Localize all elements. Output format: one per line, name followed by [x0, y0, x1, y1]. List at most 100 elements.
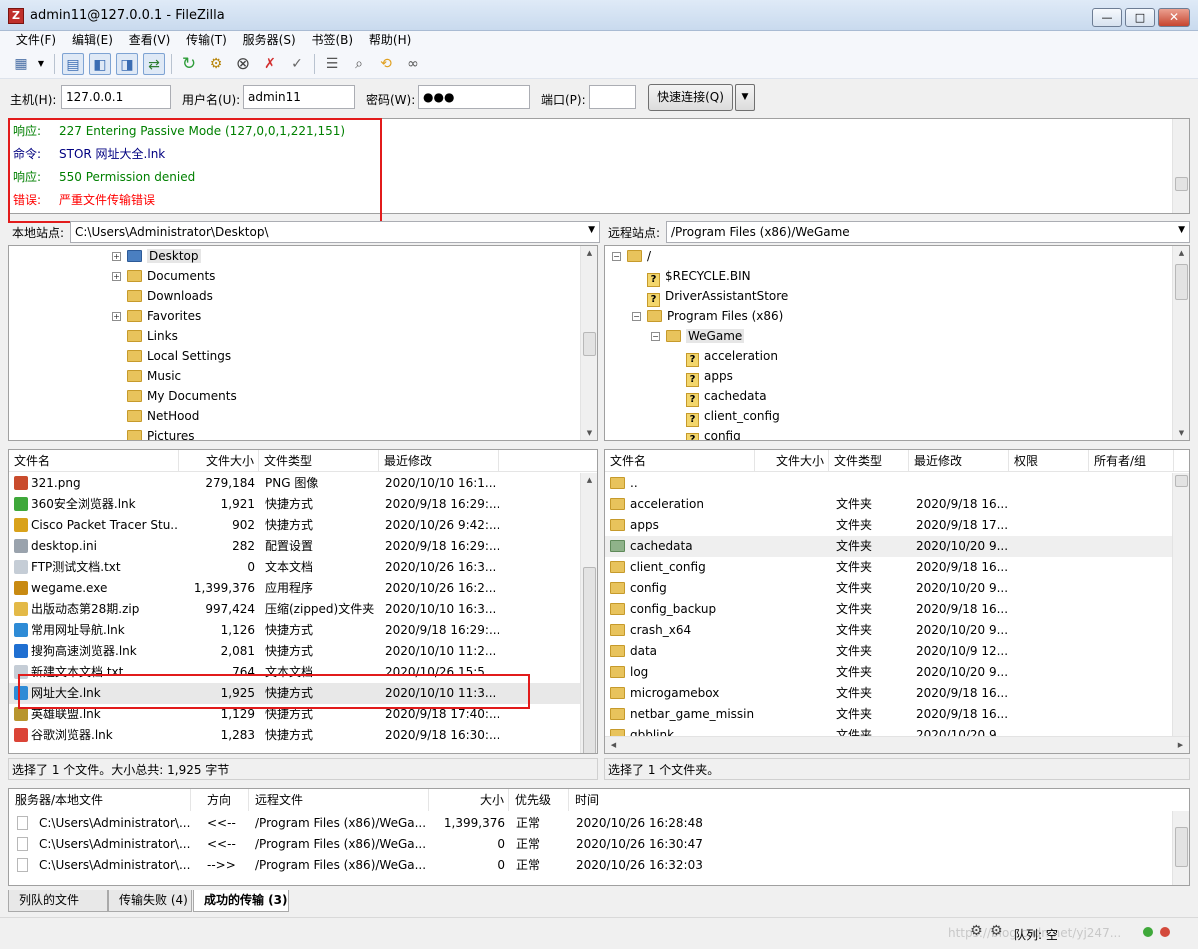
menu-view[interactable]: 查看(V) — [123, 31, 177, 49]
tree-item-pictures[interactable]: Pictures — [127, 426, 195, 440]
tab-queued-files[interactable]: 列队的文件 — [8, 890, 108, 912]
expand-icon[interactable]: + — [112, 272, 121, 281]
file-row[interactable]: wegame.exe 1,399,376 应用程序 2020/10/26 16:2..… — [9, 578, 581, 599]
tree-item-cachedata[interactable]: ? cachedata — [686, 386, 767, 407]
cancel-icon[interactable]: ⊗ — [232, 53, 254, 75]
col-filesize[interactable]: 文件大小 — [755, 450, 829, 472]
queue-scrollbar[interactable] — [1172, 811, 1189, 885]
quickconnect-button[interactable]: 快速连接(Q) — [648, 84, 733, 111]
remote-tree-scrollbar[interactable]: ▲ ▼ — [1172, 246, 1189, 440]
tree-item-music[interactable]: Music — [127, 366, 181, 386]
col-remote-file[interactable]: 远程文件 — [249, 789, 429, 811]
site-manager-icon[interactable]: ▦ — [10, 53, 32, 75]
scroll-down-icon[interactable]: ▼ — [581, 426, 597, 440]
menu-file[interactable]: 文件(F) — [10, 31, 62, 49]
file-row[interactable]: desktop.ini 282 配置设置 2020/9/18 16:29:... — [9, 536, 581, 557]
queue-row[interactable]: C:\Users\Administrator\... -->> /Program F… — [9, 855, 1169, 876]
tree-item-desktop[interactable]: Desktop — [127, 246, 201, 266]
remote-path-input[interactable]: /Program Files (x86)/WeGame ▼ — [666, 221, 1190, 243]
menu-help[interactable]: 帮助(H) — [363, 31, 417, 49]
scroll-thumb[interactable] — [583, 332, 596, 356]
col-permissions[interactable]: 权限 — [1009, 450, 1089, 472]
file-row[interactable]: 常用网址导航.lnk 1,126 快捷方式 2020/9/18 16:29:... — [9, 620, 581, 641]
tree-item-acceleration[interactable]: ? acceleration — [686, 346, 778, 367]
col-direction[interactable]: 方向 — [191, 789, 249, 811]
local-tree[interactable]: + Desktop + Documents Downloads + Favori… — [8, 245, 598, 441]
username-input[interactable] — [243, 85, 355, 109]
remote-tree[interactable]: − / ? $RECYCLE.BIN ? DriverAssistantStore … — [604, 245, 1190, 441]
file-row[interactable]: .. — [605, 473, 1173, 494]
menu-transfer[interactable]: 传输(T) — [180, 31, 233, 49]
quickconnect-dropdown-icon[interactable]: ▼ — [735, 84, 755, 111]
file-row[interactable]: log 文件夹 2020/10/20 9... — [605, 662, 1173, 683]
scroll-down-icon[interactable]: ▼ — [1173, 426, 1189, 440]
col-size[interactable]: 大小 — [429, 789, 509, 811]
scroll-thumb[interactable] — [583, 567, 596, 753]
queue-row[interactable]: C:\Users\Administrator\... <<-- /Program F… — [9, 834, 1169, 855]
refresh-icon[interactable]: ↻ — [178, 53, 200, 75]
local-list-scrollbar[interactable]: ▲ — [580, 473, 597, 753]
scroll-thumb[interactable] — [1175, 475, 1188, 487]
col-filesize[interactable]: 文件大小 — [179, 450, 259, 472]
filter-icon[interactable]: ☰ — [321, 53, 343, 75]
scroll-left-icon[interactable]: ◀ — [605, 738, 622, 752]
speed-limit-icon[interactable]: ⚙ — [990, 923, 1003, 939]
toggle-local-tree-icon[interactable]: ◧ — [89, 53, 111, 75]
toggle-queue-icon[interactable]: ⇄ — [143, 53, 165, 75]
sync-browse-icon[interactable]: ⟲ — [375, 53, 397, 75]
remote-path-dropdown-icon[interactable]: ▼ — [1178, 225, 1185, 235]
settings-icon[interactable]: ⚙ — [970, 923, 983, 939]
tab-successful-transfers[interactable]: 成功的传输 (3) — [193, 890, 289, 912]
tree-item-downloads[interactable]: Downloads — [127, 286, 213, 306]
file-row[interactable]: Cisco Packet Tracer Stu... 902 快捷方式 2020/10… — [9, 515, 581, 536]
close-button[interactable]: ✕ — [1158, 8, 1190, 27]
remote-list-scrollbar[interactable] — [1172, 473, 1189, 738]
compare-icon[interactable]: ⌕ — [348, 53, 370, 75]
port-input[interactable] — [589, 85, 636, 109]
tree-item-links[interactable]: Links — [127, 326, 178, 346]
queue-row[interactable]: C:\Users\Administrator\... <<-- /Program F… — [9, 813, 1169, 834]
file-row[interactable]: netbar_game_missin... 文件夹 2020/9/18 16... — [605, 704, 1173, 725]
file-row[interactable]: config 文件夹 2020/10/20 9... — [605, 578, 1173, 599]
log-scrollbar[interactable] — [1172, 119, 1189, 213]
local-tree-scrollbar[interactable]: ▲ ▼ — [580, 246, 597, 440]
transfer-queue[interactable]: 服务器/本地文件 方向 远程文件 大小 优先级 时间 C:\Users\Admi… — [8, 788, 1190, 886]
file-row[interactable]: cachedata 文件夹 2020/10/20 9... — [605, 536, 1173, 557]
tree-item-nethood[interactable]: NetHood — [127, 406, 199, 426]
col-priority[interactable]: 优先级 — [509, 789, 569, 811]
expand-icon[interactable]: + — [112, 252, 121, 261]
file-row[interactable]: crash_x64 文件夹 2020/10/20 9... — [605, 620, 1173, 641]
file-row[interactable]: microgamebox 文件夹 2020/9/18 16... — [605, 683, 1173, 704]
tree-item-wegame[interactable]: WeGame — [666, 326, 745, 346]
file-row[interactable]: 321.png 279,184 PNG 图像 2020/10/10 16:1... — [9, 473, 581, 494]
scroll-up-icon[interactable]: ▲ — [1173, 246, 1189, 260]
process-queue-icon[interactable]: ⚙ — [205, 53, 227, 75]
toggle-log-icon[interactable]: ▤ — [62, 53, 84, 75]
file-row[interactable]: acceleration 文件夹 2020/9/18 16... — [605, 494, 1173, 515]
file-row[interactable]: config_backup 文件夹 2020/9/18 16... — [605, 599, 1173, 620]
tree-item-my-documents[interactable]: My Documents — [127, 386, 237, 406]
reconnect-icon[interactable]: ✓ — [286, 53, 308, 75]
maximize-button[interactable]: □ — [1125, 8, 1155, 27]
menu-server[interactable]: 服务器(S) — [237, 31, 302, 49]
menu-edit[interactable]: 编辑(E) — [66, 31, 119, 49]
col-filetype[interactable]: 文件类型 — [829, 450, 909, 472]
tree-item-recycle-bin[interactable]: ? $RECYCLE.BIN — [647, 266, 751, 287]
remote-file-list[interactable]: 文件名 文件大小 文件类型 最近修改 权限 所有者/组 .. accelerati… — [604, 449, 1190, 754]
file-row[interactable]: client_config 文件夹 2020/9/18 16... — [605, 557, 1173, 578]
minimize-button[interactable]: — — [1092, 8, 1122, 27]
tree-item-driverassistantstore[interactable]: ? DriverAssistantStore — [647, 286, 788, 307]
tree-item-program-files[interactable]: Program Files (x86) — [647, 306, 783, 326]
scroll-up-icon[interactable]: ▲ — [581, 246, 597, 260]
log-scroll-thumb[interactable] — [1175, 177, 1188, 191]
tree-item-documents[interactable]: Documents — [127, 266, 215, 286]
search-icon[interactable]: ∞ — [402, 53, 424, 75]
scroll-thumb[interactable] — [1175, 264, 1188, 300]
scroll-up-icon[interactable]: ▲ — [581, 473, 597, 487]
col-time[interactable]: 时间 — [569, 789, 709, 811]
file-row[interactable]: data 文件夹 2020/10/9 12... — [605, 641, 1173, 662]
remote-list-hscrollbar[interactable]: ◀ ▶ — [605, 736, 1189, 753]
disconnect-icon[interactable]: ✗ — [259, 53, 281, 75]
col-filename[interactable]: 文件名 — [605, 450, 755, 472]
toggle-remote-tree-icon[interactable]: ◨ — [116, 53, 138, 75]
